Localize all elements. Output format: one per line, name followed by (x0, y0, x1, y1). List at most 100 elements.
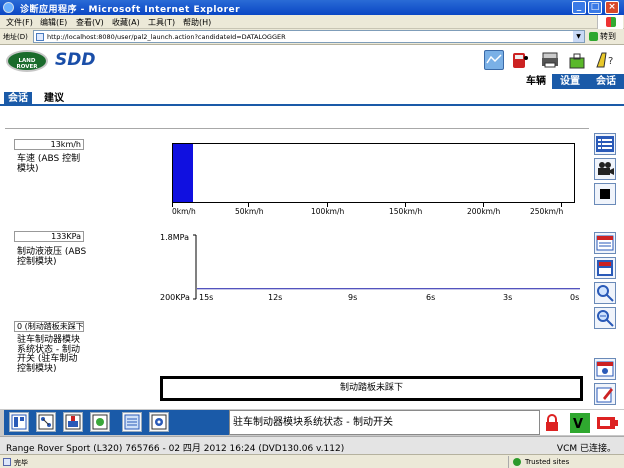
data-logger-icon (124, 414, 140, 430)
bottom-toolbar: 驻车制动器模块系统状态 - 制动开关 V (0, 409, 624, 436)
edit-icon (596, 387, 613, 403)
settings-button[interactable] (594, 358, 616, 380)
speed-tick-label: 200km/h (467, 207, 501, 216)
ecu-tool-button[interactable] (149, 412, 169, 432)
help-icon[interactable]: ? (594, 50, 614, 70)
speed-bar-chart (172, 143, 575, 203)
panel-divider (5, 128, 589, 129)
menu-file[interactable]: 文件(F) (6, 17, 33, 28)
go-label: 转到 (600, 32, 616, 41)
network-tool-icon (38, 414, 54, 430)
stop-button[interactable] (594, 183, 616, 205)
header-tabs: 车辆 设置 会话 (520, 74, 624, 89)
pressure-x-tick: 3s (503, 293, 512, 301)
module-tool-button[interactable] (9, 412, 29, 432)
printer-icon[interactable] (540, 50, 560, 70)
data-logger-panel: 13km/h 车速 (ABS 控制模块) 0km/h 50km/h 100km/… (5, 128, 589, 408)
subtab-session[interactable]: 会话 (4, 92, 32, 106)
battery-icon (597, 417, 618, 429)
pin-test-button[interactable] (63, 412, 83, 432)
pin-test-icon (65, 414, 81, 430)
pressure-y-bottom-label: 200KPa (160, 293, 190, 301)
speed-bar (173, 144, 194, 202)
vcm-status: VCM 已连接。 (556, 444, 616, 454)
security-zone-label: Trusted sites (525, 458, 570, 466)
log-view-button[interactable] (594, 232, 616, 254)
sdd-header: LAND ROVER SDD ? 车辆 设置 会话 (0, 45, 624, 90)
lock-icon[interactable] (544, 414, 560, 432)
chevron-down-icon[interactable]: ▼ (573, 31, 584, 42)
minimize-button[interactable]: _ (572, 1, 586, 14)
diagnostics-button[interactable] (90, 412, 110, 432)
svg-text:?: ? (608, 56, 613, 67)
pressure-readout: 133KPa (14, 231, 84, 242)
sdd-logo: SDD (55, 50, 96, 70)
address-label: 地址(D) (3, 33, 28, 41)
land-rover-logo: LAND ROVER (6, 50, 48, 72)
vehicle-icon[interactable] (510, 50, 530, 70)
ie-status-text: 完毕 (14, 459, 28, 467)
speed-tick-label: 150km/h (389, 207, 423, 216)
log-icon (596, 235, 614, 251)
toolbox-icon[interactable] (567, 50, 587, 70)
speed-label: 车速 (ABS 控制模块) (17, 154, 81, 174)
pressure-x-tick: 9s (348, 293, 357, 301)
ecu-icon (151, 414, 167, 430)
brake-switch-readout: 0 (制动踏板未踩下) (14, 321, 84, 332)
edit-button[interactable] (594, 383, 616, 405)
network-tool-button[interactable] (36, 412, 56, 432)
speed-tick-label: 50km/h (235, 207, 264, 216)
menu-tools[interactable]: 工具(T) (148, 17, 175, 28)
ie-icon (3, 2, 14, 13)
panel-view-button[interactable] (594, 257, 616, 279)
maximize-button[interactable]: □ (588, 1, 602, 14)
pressure-y-top-label: 1.8MPa (160, 233, 189, 242)
speed-tick-label: 100km/h (311, 207, 345, 216)
zoom-out-button[interactable] (594, 307, 616, 329)
list-icon (596, 136, 614, 152)
voltage-icon: V (570, 413, 590, 433)
close-button[interactable]: × (605, 1, 619, 14)
pressure-x-tick: 12s (268, 293, 282, 301)
panel-icon (597, 260, 613, 276)
zoom-out-icon (597, 310, 614, 327)
pressure-x-tick: 15s (199, 293, 213, 301)
bottom-tool-buttons (4, 410, 229, 435)
tab-vehicle[interactable]: 车辆 (520, 74, 552, 89)
brake-switch-label: 驻车制动器模块系统状态 - 制动开关 (驻车制动控制模块) (17, 335, 81, 374)
menu-help[interactable]: 帮助(H) (183, 17, 211, 28)
bottom-status-text: 驻车制动器模块系统状态 - 制动开关 (229, 410, 540, 435)
menu-edit[interactable]: 编辑(E) (40, 17, 67, 28)
diagnostics-icon (92, 414, 108, 430)
tab-settings[interactable]: 设置 (552, 74, 588, 89)
record-button[interactable] (594, 158, 616, 180)
module-icon (11, 414, 27, 430)
tab-session[interactable]: 会话 (588, 74, 624, 89)
windows-flag-icon (606, 17, 616, 27)
pressure-line-chart: 1.8MPa 200KPa 15s 12s 9s 6s 3s 0s (160, 233, 580, 301)
address-url[interactable]: http://localhost:8080/user/pal2_launch.a… (47, 33, 286, 41)
window-title: 诊断应用程序 - Microsoft Internet Explorer (20, 5, 241, 15)
settings-icon (596, 361, 614, 377)
vehicle-info: Range Rover Sport (L320) 765766 - 02 四月 … (6, 444, 345, 454)
network-icon[interactable] (484, 50, 504, 70)
zoom-in-icon (597, 285, 614, 302)
vehicle-info-bar: Range Rover Sport (L320) 765766 - 02 四月 … (0, 436, 624, 454)
address-input[interactable]: http://localhost:8080/user/pal2_launch.a… (33, 30, 585, 43)
subtab-advice[interactable]: 建议 (40, 92, 68, 106)
security-zone: Trusted sites (508, 456, 608, 468)
speed-tick-label: 0km/h (172, 207, 196, 216)
svg-text:V: V (573, 417, 583, 432)
speed-tick-label: 250km/h (530, 207, 564, 216)
menu-view[interactable]: 查看(V) (76, 17, 104, 28)
go-button[interactable]: 转到 (589, 31, 616, 42)
brake-switch-status: 制动踏板未踩下 (339, 383, 403, 393)
list-view-button[interactable] (594, 133, 616, 155)
menu-bar: 文件(F) 编辑(E) 查看(V) 收藏(A) 工具(T) 帮助(H) (0, 15, 624, 29)
zoom-in-button[interactable] (594, 282, 616, 304)
data-logger-button[interactable] (122, 412, 142, 432)
menu-favorites[interactable]: 收藏(A) (112, 17, 140, 28)
page-done-icon (3, 458, 11, 466)
ie-status-bar: 完毕 Trusted sites (0, 454, 624, 468)
svg-text:ROVER: ROVER (16, 64, 38, 70)
